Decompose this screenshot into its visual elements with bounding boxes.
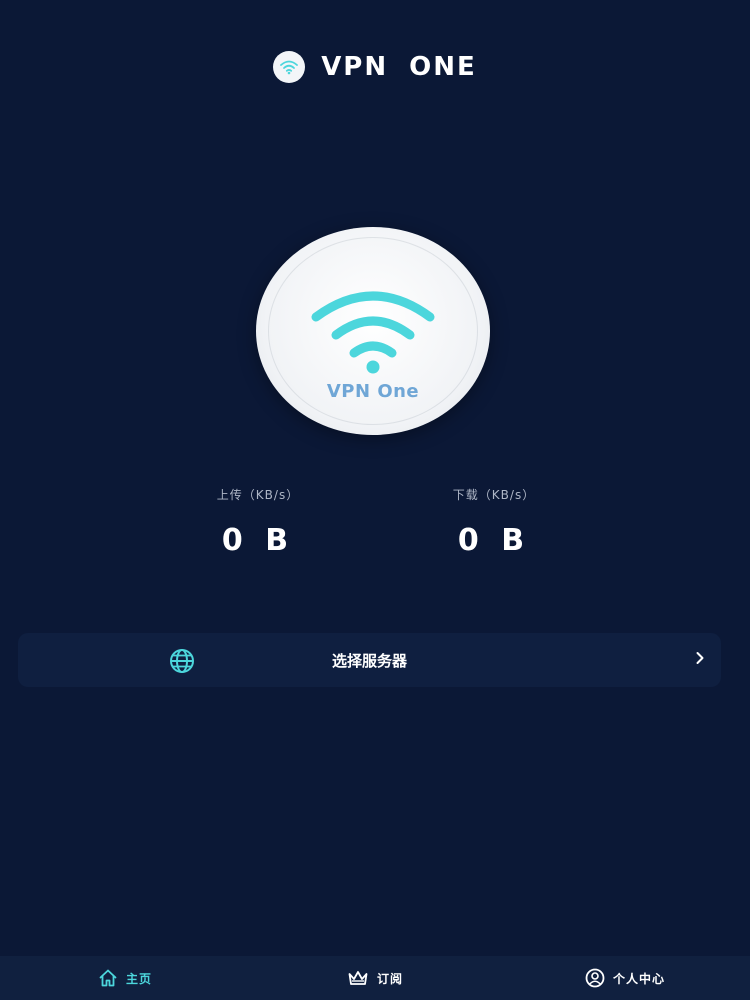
user-circle-icon xyxy=(585,968,605,988)
tab-home-label: 主页 xyxy=(125,971,152,986)
select-server-label: 选择服务器 xyxy=(331,652,407,670)
tab-profile-label: 个人中心 xyxy=(612,971,665,986)
bottom-tab-bar: 主页 订阅 个人中心 xyxy=(0,956,750,1000)
download-value: 0 B xyxy=(457,523,531,558)
download-label: 下载（KB/s） xyxy=(452,488,536,502)
upload-value: 0 B xyxy=(221,523,295,558)
app-screen: VPN ONE VPN One 上传（KB/s） 0 B 下载（KB/s） 0 … xyxy=(0,0,750,1000)
wifi-icon xyxy=(311,291,435,374)
tab-subscribe[interactable]: 订阅 xyxy=(250,956,500,1000)
select-server-button[interactable]: 选择服务器 xyxy=(18,633,721,687)
upload-label: 上传（KB/s） xyxy=(216,488,300,502)
crown-icon xyxy=(348,971,368,985)
app-title: VPN ONE xyxy=(321,52,477,82)
connect-label: VPN One xyxy=(326,381,420,402)
home-icon xyxy=(99,969,117,987)
chevron-right-icon xyxy=(696,652,704,664)
upload-stat: 上传（KB/s） 0 B xyxy=(158,486,358,558)
tab-home[interactable]: 主页 xyxy=(0,956,250,1000)
wifi-icon xyxy=(280,60,299,75)
app-header: VPN ONE xyxy=(0,48,750,86)
tab-profile[interactable]: 个人中心 xyxy=(500,956,750,1000)
logo-badge xyxy=(273,51,306,83)
tab-subscribe-label: 订阅 xyxy=(376,971,403,986)
connect-button[interactable]: VPN One xyxy=(256,227,490,435)
download-stat: 下载（KB/s） 0 B xyxy=(394,486,594,558)
